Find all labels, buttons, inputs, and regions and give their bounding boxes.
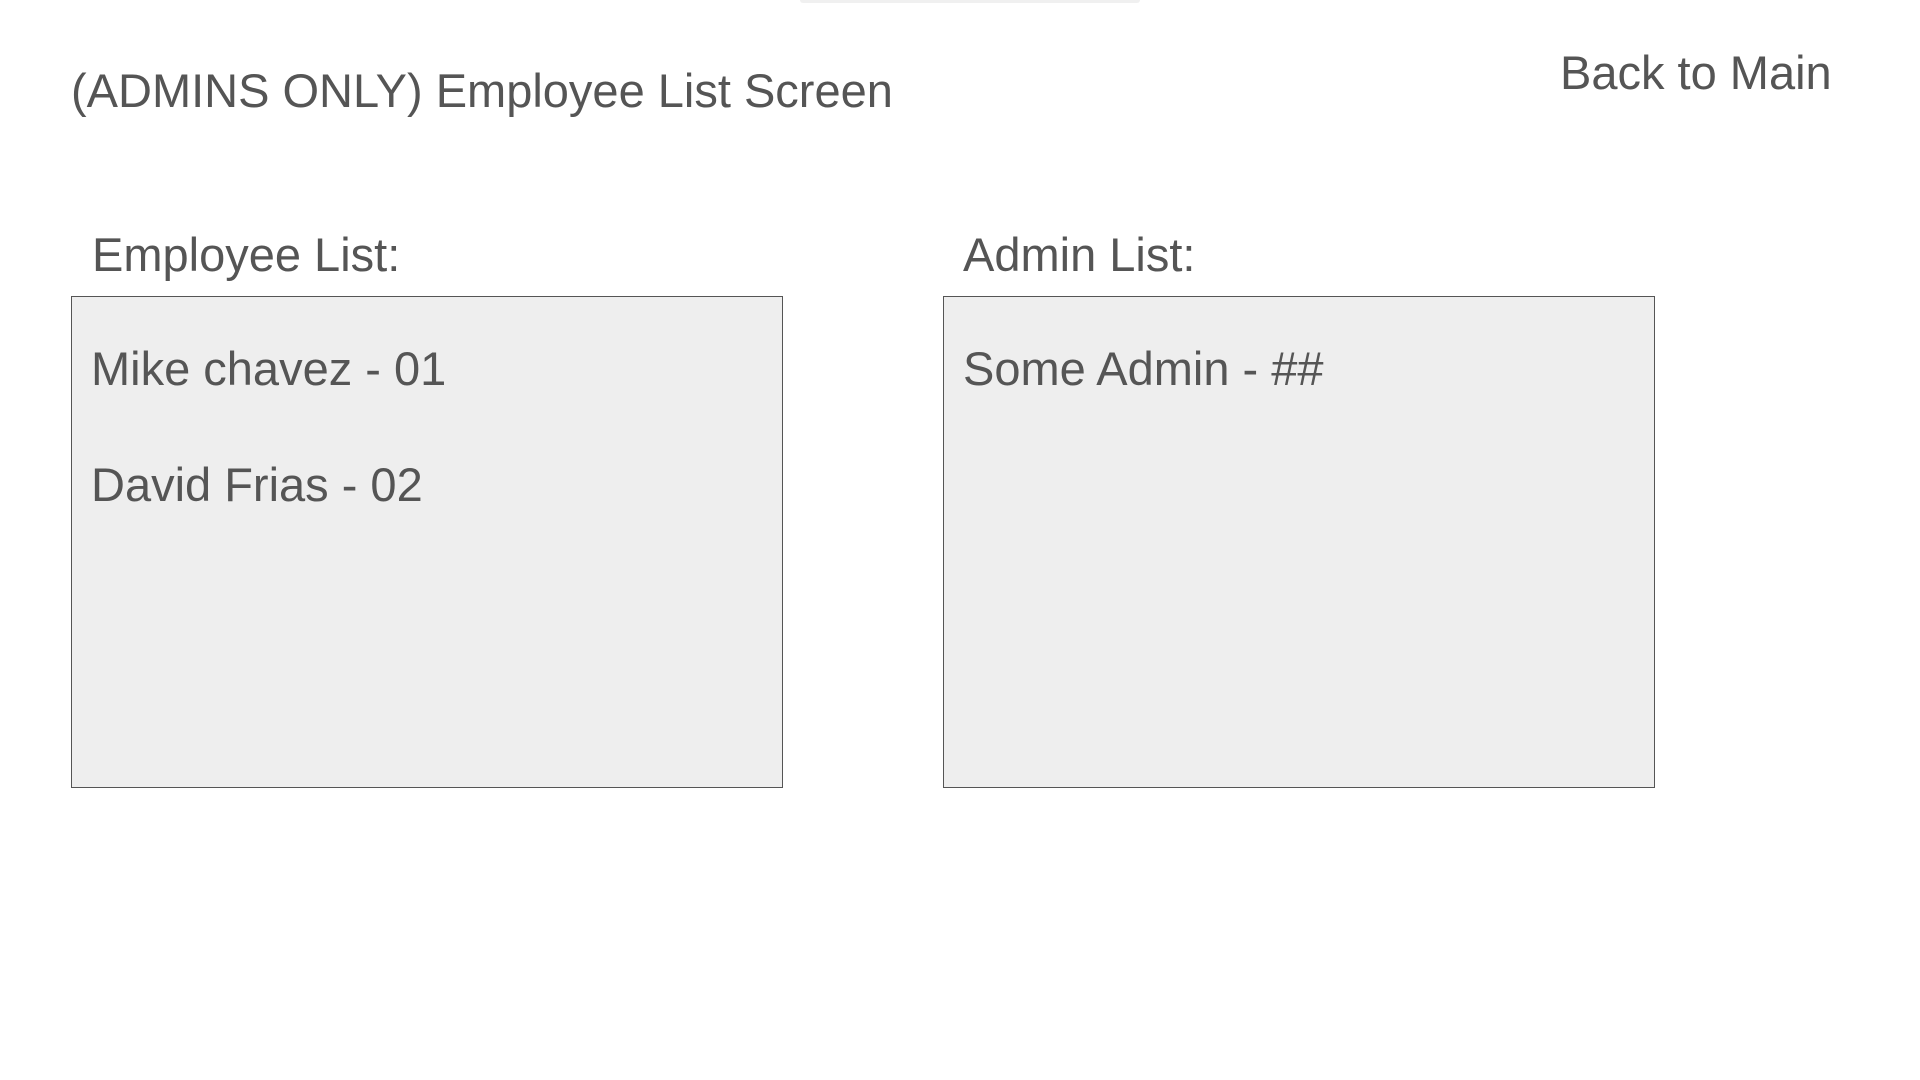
list-item[interactable]: David Frias - 02: [91, 457, 423, 513]
employee-list-box[interactable]: Mike chavez - 01 David Frias - 02: [71, 296, 783, 788]
list-item[interactable]: Some Admin - ##: [963, 341, 1324, 397]
top-divider: [800, 0, 1140, 3]
admin-list-label: Admin List:: [963, 228, 1196, 281]
back-to-main-button[interactable]: Back to Main: [1560, 45, 1832, 101]
page-title: (ADMINS ONLY) Employee List Screen: [71, 64, 893, 117]
admin-list-box[interactable]: Some Admin - ##: [943, 296, 1655, 788]
employee-list-label: Employee List:: [92, 228, 401, 281]
list-item[interactable]: Mike chavez - 01: [91, 341, 446, 397]
